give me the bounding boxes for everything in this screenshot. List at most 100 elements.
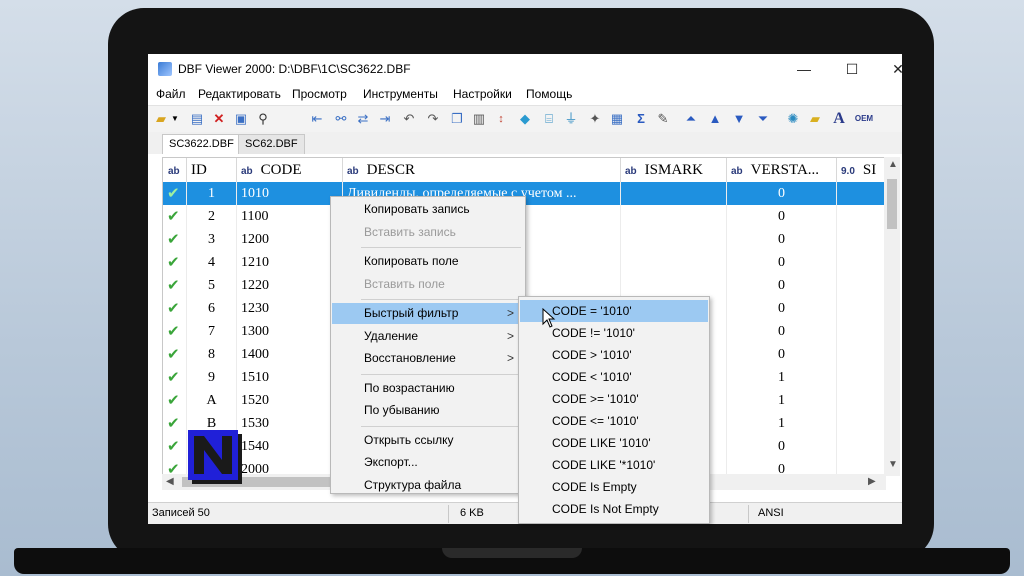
cell-code[interactable]: 1540 bbox=[237, 435, 343, 458]
down-icon[interactable]: ▼ bbox=[730, 110, 748, 128]
scroll-up-icon[interactable]: ▲ bbox=[888, 159, 898, 170]
cell-version[interactable]: 0 bbox=[727, 274, 837, 297]
find-icon[interactable]: ⚯ bbox=[332, 110, 350, 128]
header-si[interactable]: 9.0 SI bbox=[837, 158, 887, 182]
cell-id[interactable]: A bbox=[187, 389, 237, 412]
filter-option[interactable]: CODE < '1010' bbox=[520, 366, 708, 388]
filter-option[interactable]: CODE <= '1010' bbox=[520, 410, 708, 432]
row-check-icon[interactable]: ✔ bbox=[163, 412, 187, 435]
cell-code[interactable]: 1520 bbox=[237, 389, 343, 412]
scroll-right-icon[interactable]: ▶ bbox=[868, 476, 876, 487]
row-check-icon[interactable]: ✔ bbox=[163, 320, 187, 343]
redo-icon[interactable]: ↷ bbox=[424, 110, 442, 128]
row-check-icon[interactable]: ✔ bbox=[163, 205, 187, 228]
cell-id[interactable]: 1 bbox=[187, 182, 237, 205]
cell-version[interactable]: 0 bbox=[727, 228, 837, 251]
cell-version[interactable]: 1 bbox=[727, 366, 837, 389]
cell-si[interactable] bbox=[837, 435, 887, 458]
menu-settings[interactable]: Настройки bbox=[453, 87, 512, 101]
cell-ismark[interactable] bbox=[621, 182, 727, 205]
menu-tools[interactable]: Инструменты bbox=[363, 87, 438, 101]
cell-si[interactable] bbox=[837, 182, 887, 205]
header-ismark[interactable]: ab ISMARK bbox=[621, 158, 727, 182]
row-check-icon[interactable]: ✔ bbox=[163, 435, 187, 458]
filter-option[interactable]: CODE >= '1010' bbox=[520, 388, 708, 410]
cell-si[interactable] bbox=[837, 251, 887, 274]
cell-version[interactable]: 0 bbox=[727, 251, 837, 274]
cell-si[interactable] bbox=[837, 297, 887, 320]
cell-id[interactable]: 3 bbox=[187, 228, 237, 251]
context-menu-item[interactable]: Вставить поле bbox=[332, 274, 524, 295]
row-check-icon[interactable]: ✔ bbox=[163, 274, 187, 297]
context-menu-item[interactable]: Экспорт... bbox=[332, 452, 524, 473]
grid-icon[interactable]: ▦ bbox=[608, 110, 626, 128]
cell-version[interactable]: 1 bbox=[727, 389, 837, 412]
cell-id[interactable]: 2 bbox=[187, 205, 237, 228]
cell-id[interactable]: 4 bbox=[187, 251, 237, 274]
font-icon[interactable]: A bbox=[830, 110, 848, 128]
replace-icon[interactable]: ⇄ bbox=[354, 110, 372, 128]
vertical-scrollbar[interactable]: ▲ ▼ bbox=[884, 157, 900, 476]
filter-option[interactable]: CODE > '1010' bbox=[520, 344, 708, 366]
context-menu-item[interactable]: Копировать запись bbox=[332, 199, 524, 220]
context-menu-item[interactable]: Удаление > bbox=[332, 326, 524, 347]
dropdown-icon[interactable]: ▼ bbox=[170, 110, 180, 128]
oem-icon[interactable]: OEM bbox=[852, 110, 876, 128]
cell-ismark[interactable] bbox=[621, 251, 727, 274]
memo-icon[interactable]: ▰ bbox=[806, 110, 824, 128]
cell-id[interactable]: 9 bbox=[187, 366, 237, 389]
context-menu-item[interactable]: Открыть ссылку bbox=[332, 430, 524, 451]
menu-edit[interactable]: Редактировать bbox=[198, 87, 281, 101]
goto-icon[interactable]: ⇥ bbox=[376, 110, 394, 128]
cell-si[interactable] bbox=[837, 274, 887, 297]
cell-id[interactable]: 6 bbox=[187, 297, 237, 320]
menu-help[interactable]: Помощь bbox=[526, 87, 572, 101]
cell-version[interactable]: 0 bbox=[727, 182, 837, 205]
cell-code[interactable]: 1300 bbox=[237, 320, 343, 343]
vertical-scroll-thumb[interactable] bbox=[887, 179, 897, 229]
up-icon[interactable]: ▲ bbox=[706, 110, 724, 128]
row-check-icon[interactable]: ✔ bbox=[163, 297, 187, 320]
filter-option[interactable]: CODE Is Not Empty bbox=[520, 498, 708, 520]
paste-icon[interactable]: ▥ bbox=[470, 110, 488, 128]
cell-version[interactable]: 0 bbox=[727, 297, 837, 320]
binoculars-icon[interactable]: ⚲ bbox=[254, 110, 272, 128]
funnel-icon[interactable]: ⏚ bbox=[562, 110, 580, 128]
header-id[interactable]: ID bbox=[187, 158, 237, 182]
tools-icon[interactable]: ✦ bbox=[586, 110, 604, 128]
cell-version[interactable]: 0 bbox=[727, 205, 837, 228]
context-menu-item[interactable]: Структура файла bbox=[332, 475, 524, 496]
close-button[interactable]: ✕ bbox=[886, 58, 902, 80]
cell-version[interactable]: 1 bbox=[727, 412, 837, 435]
undo-icon[interactable]: ↶ bbox=[400, 110, 418, 128]
menu-view[interactable]: Просмотр bbox=[292, 87, 347, 101]
header-descr[interactable]: ab DESCR bbox=[343, 158, 621, 182]
cell-si[interactable] bbox=[837, 366, 887, 389]
cell-si[interactable] bbox=[837, 389, 887, 412]
filter-option[interactable]: CODE Is Empty bbox=[520, 476, 708, 498]
filter-icon[interactable]: ⌸ bbox=[540, 110, 558, 128]
top-icon[interactable]: ⏶ bbox=[682, 110, 700, 128]
globe-icon[interactable]: ◆ bbox=[516, 110, 534, 128]
row-check-icon[interactable]: ✔ bbox=[163, 343, 187, 366]
scroll-down-icon[interactable]: ▼ bbox=[888, 459, 898, 470]
menu-file[interactable]: Файл bbox=[156, 87, 186, 101]
row-check-icon[interactable]: ✔ bbox=[163, 389, 187, 412]
row-check-icon[interactable]: ✔ bbox=[163, 366, 187, 389]
cell-code[interactable]: 1530 bbox=[237, 412, 343, 435]
cell-ismark[interactable] bbox=[621, 205, 727, 228]
context-menu-item[interactable]: Копировать поле bbox=[332, 251, 524, 272]
copy-icon[interactable]: ❐ bbox=[448, 110, 466, 128]
header-version[interactable]: ab VERSTA... bbox=[727, 158, 837, 182]
cell-code[interactable]: 1210 bbox=[237, 251, 343, 274]
cell-ismark[interactable] bbox=[621, 274, 727, 297]
cell-code[interactable]: 1400 bbox=[237, 343, 343, 366]
cell-si[interactable] bbox=[837, 412, 887, 435]
cell-id[interactable]: 8 bbox=[187, 343, 237, 366]
delete-icon[interactable]: ✕ bbox=[210, 110, 228, 128]
cell-version[interactable]: 0 bbox=[727, 343, 837, 366]
cell-id[interactable]: 7 bbox=[187, 320, 237, 343]
cell-code[interactable]: 1200 bbox=[237, 228, 343, 251]
scroll-left-icon[interactable]: ◀ bbox=[166, 476, 174, 487]
cell-code[interactable]: 1100 bbox=[237, 205, 343, 228]
